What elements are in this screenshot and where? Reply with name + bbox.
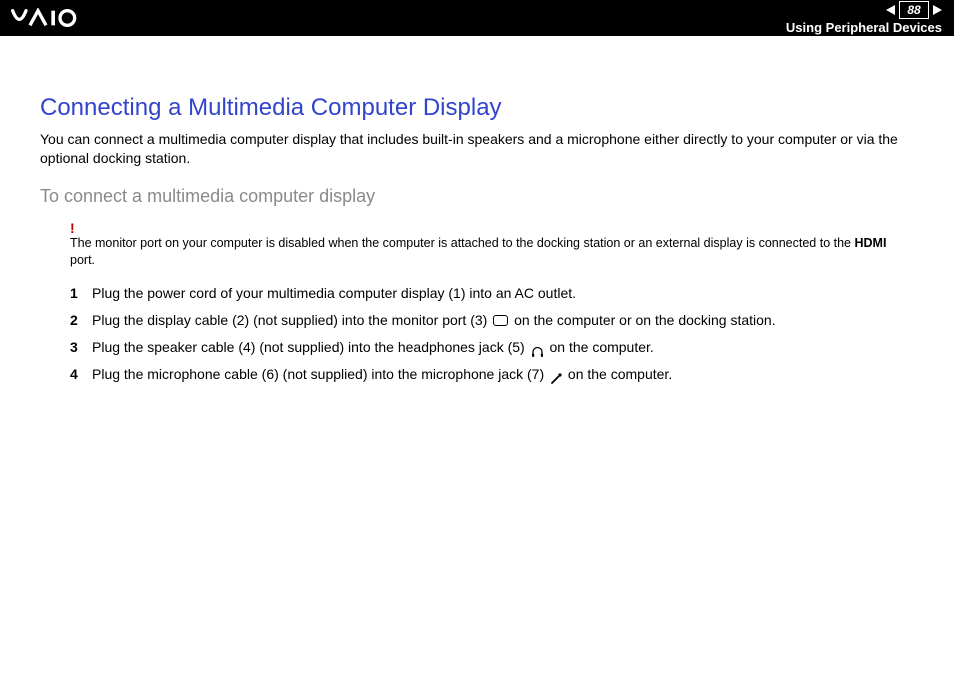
step-item: Plug the power cord of your multimedia c… — [70, 283, 914, 304]
step-item: Plug the display cable (2) (not supplied… — [70, 310, 914, 331]
page-header: 88 Using Peripheral Devices — [0, 0, 954, 36]
steps-list: Plug the power cord of your multimedia c… — [70, 283, 914, 385]
intro-paragraph: You can connect a multimedia computer di… — [40, 130, 914, 168]
warning-note: ! The monitor port on your computer is d… — [70, 221, 914, 269]
monitor-port-icon — [493, 315, 508, 326]
page-title: Connecting a Multimedia Computer Display — [40, 94, 914, 122]
header-section-title: Using Peripheral Devices — [786, 20, 942, 35]
page-nav: 88 — [886, 1, 942, 19]
vaio-logo — [10, 8, 106, 28]
page-content: Connecting a Multimedia Computer Display… — [0, 36, 954, 385]
page-number: 88 — [899, 1, 929, 19]
prev-page-icon[interactable] — [886, 5, 895, 15]
exclamation-icon: ! — [70, 221, 914, 235]
next-page-icon[interactable] — [933, 5, 942, 15]
note-text: The monitor port on your computer is dis… — [70, 235, 914, 269]
step-item: Plug the microphone cable (6) (not suppl… — [70, 364, 914, 385]
microphone-icon — [550, 370, 562, 382]
step-item: Plug the speaker cable (4) (not supplied… — [70, 337, 914, 358]
subheading: To connect a multimedia computer display — [40, 186, 914, 207]
headphones-icon — [531, 343, 544, 355]
